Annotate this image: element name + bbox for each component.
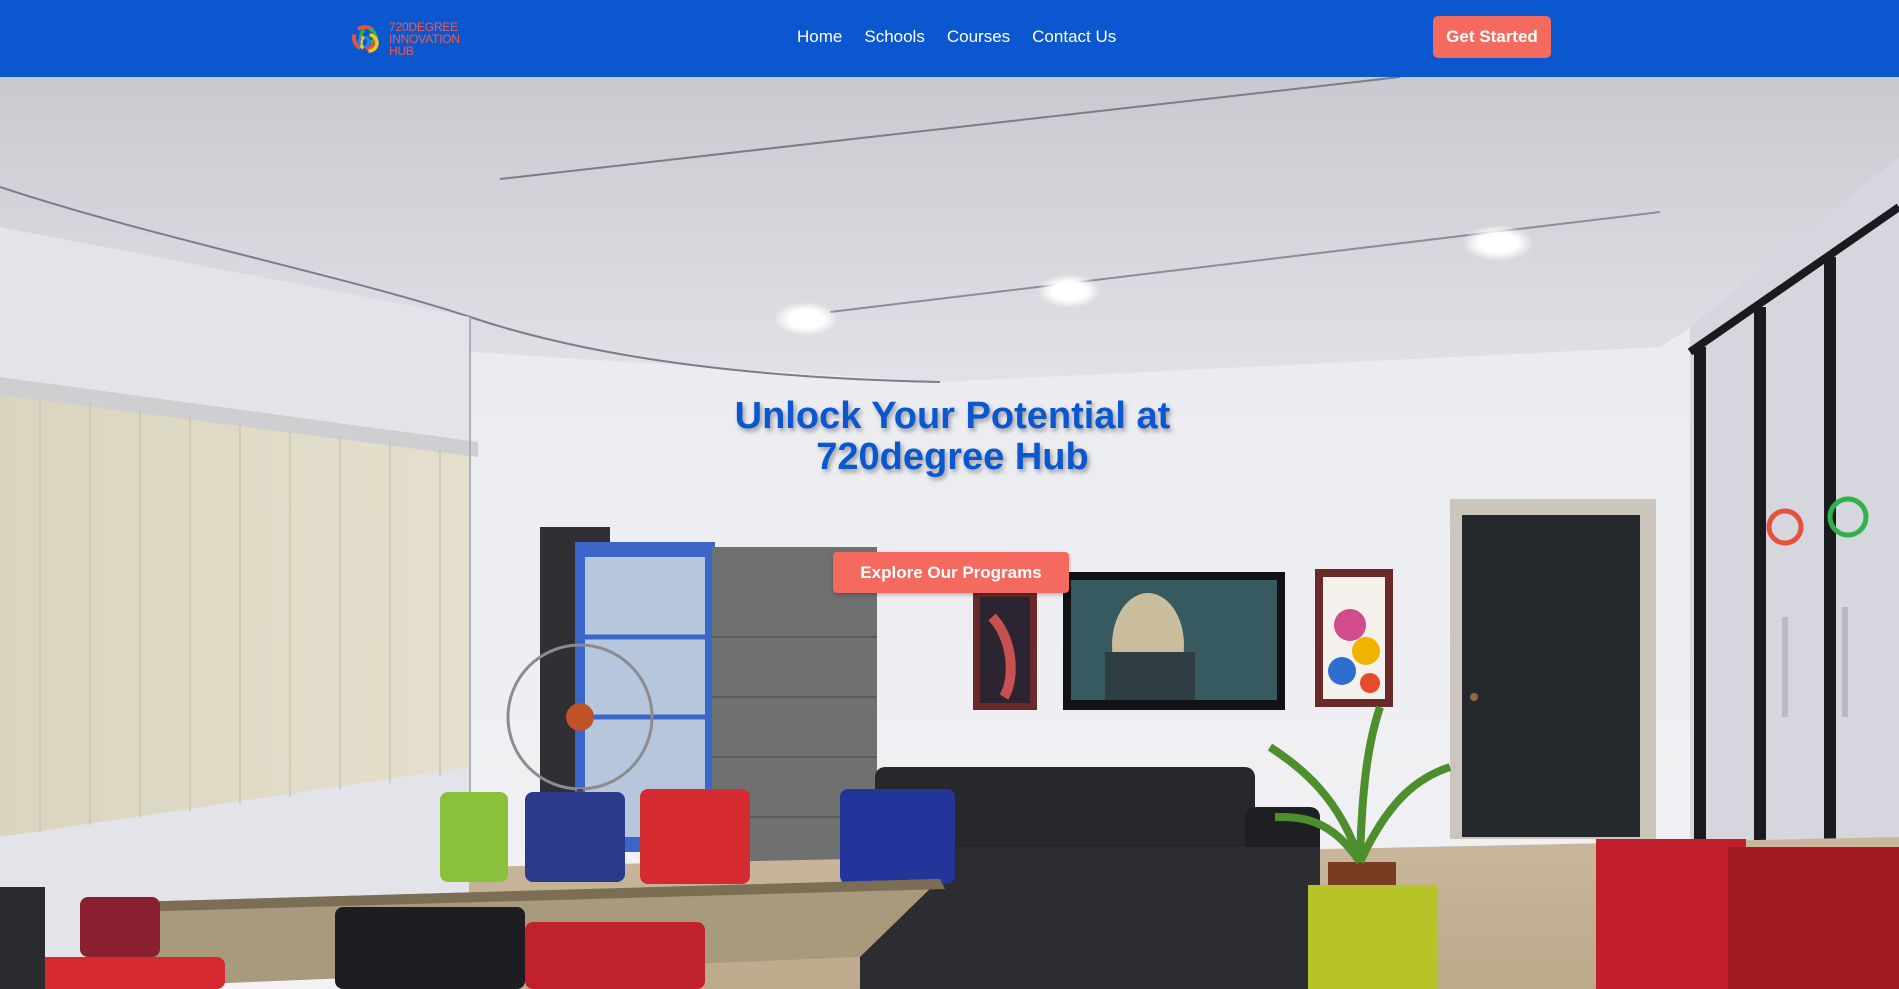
hero-title: Unlock Your Potential at 720degree Hub bbox=[0, 396, 1899, 478]
get-started-button[interactable]: Get Started bbox=[1433, 16, 1551, 58]
hero-title-line-2: 720degree Hub bbox=[816, 436, 1089, 478]
logo-text: 720degree innovation hub bbox=[389, 21, 460, 57]
nav-links: Home Schools Courses Contact Us bbox=[797, 0, 1116, 73]
nav-link-schools[interactable]: Schools bbox=[864, 27, 924, 47]
explore-programs-button[interactable]: Explore Our Programs bbox=[833, 552, 1069, 593]
hero-section: Unlock Your Potential at 720degree Hub E… bbox=[0, 77, 1899, 989]
hero-title-line-1: Unlock Your Potential at bbox=[734, 395, 1171, 437]
navbar: 720degree innovation hub Home Schools Co… bbox=[0, 0, 1899, 77]
nav-link-courses[interactable]: Courses bbox=[947, 27, 1010, 47]
logo-link[interactable]: 720degree innovation hub bbox=[350, 16, 460, 62]
nav-link-contact-us[interactable]: Contact Us bbox=[1032, 27, 1116, 47]
nav-link-home[interactable]: Home bbox=[797, 27, 842, 47]
logo-text-line-3: hub bbox=[389, 44, 414, 58]
hero-background-image bbox=[0, 77, 1899, 989]
logo-icon bbox=[352, 25, 379, 53]
